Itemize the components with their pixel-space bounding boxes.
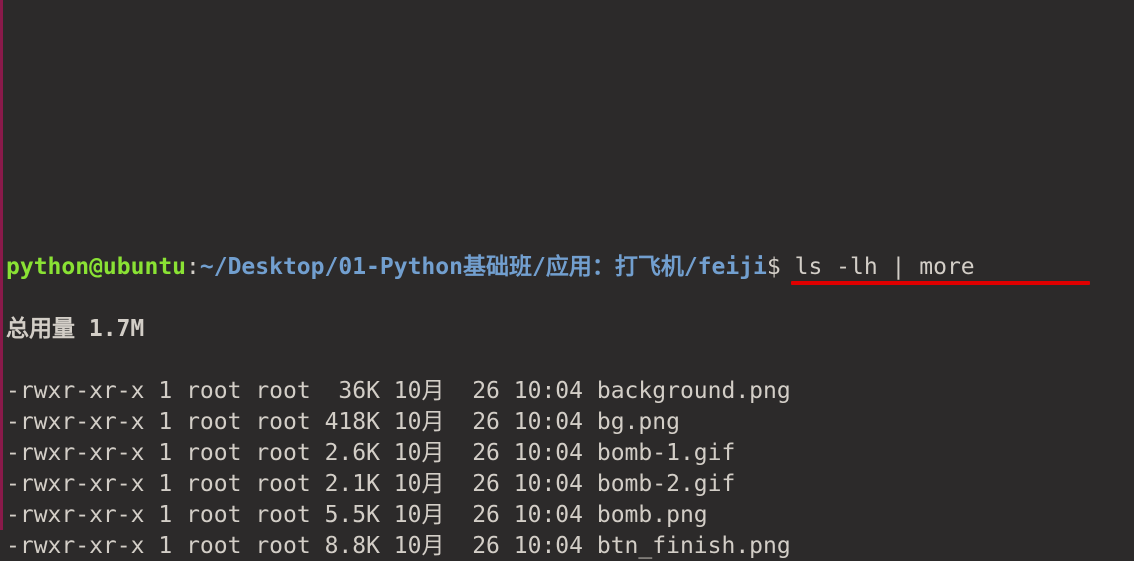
file-name: bomb-1.gif <box>597 440 735 466</box>
command-text: ls -lh | more <box>795 254 975 280</box>
file-links: 1 <box>158 502 172 528</box>
file-row: -rwxr-xr-x 1 root root 5.5K 10月 26 10:04… <box>6 500 1128 531</box>
file-size: 418K <box>325 407 380 438</box>
annotation-underline <box>791 281 1090 285</box>
file-owner: root <box>186 440 241 466</box>
prompt-dollar: $ <box>767 254 781 280</box>
file-month: 10月 <box>394 500 445 531</box>
file-size: 5.5K <box>325 500 380 531</box>
file-size: 2.6K <box>325 438 380 469</box>
file-name: bg.png <box>597 409 680 435</box>
file-name: bomb-2.gif <box>597 471 735 497</box>
file-group: root <box>255 440 310 466</box>
file-name: btn_finish.png <box>597 533 791 559</box>
file-name: bomb.png <box>597 502 708 528</box>
file-size: 2.1K <box>325 469 380 500</box>
file-row: -rwxr-xr-x 1 root root 418K 10月 26 10:04… <box>6 407 1128 438</box>
file-links: 1 <box>158 471 172 497</box>
file-owner: root <box>186 409 241 435</box>
file-links: 1 <box>158 378 172 404</box>
file-size: 8.8K <box>325 531 380 561</box>
file-links: 1 <box>158 440 172 466</box>
file-permissions: -rwxr-xr-x <box>6 502 144 528</box>
file-time: 10:04 <box>514 407 583 438</box>
file-day: 26 <box>458 438 500 469</box>
file-group: root <box>255 502 310 528</box>
file-size: 36K <box>325 376 380 407</box>
prompt-path: ~/Desktop/01-Python基础班/应用：打飞机/feiji <box>200 254 767 280</box>
file-links: 1 <box>158 409 172 435</box>
file-time: 10:04 <box>514 376 583 407</box>
file-owner: root <box>186 471 241 497</box>
file-name: background.png <box>597 378 791 404</box>
file-day: 26 <box>458 407 500 438</box>
prompt-user-host: python@ubuntu <box>6 254 186 280</box>
file-row: -rwxr-xr-x 1 root root 36K 10月 26 10:04 … <box>6 376 1128 407</box>
file-month: 10月 <box>394 438 445 469</box>
file-time: 10:04 <box>514 438 583 469</box>
file-month: 10月 <box>394 469 445 500</box>
file-group: root <box>255 471 310 497</box>
file-month: 10月 <box>394 407 445 438</box>
file-permissions: -rwxr-xr-x <box>6 440 144 466</box>
file-permissions: -rwxr-xr-x <box>6 533 144 559</box>
file-links: 1 <box>158 533 172 559</box>
file-day: 26 <box>458 531 500 561</box>
terminal-output[interactable]: python@ubuntu:~/Desktop/01-Python基础班/应用：… <box>0 217 1134 561</box>
file-month: 10月 <box>394 531 445 561</box>
file-day: 26 <box>458 469 500 500</box>
file-day: 26 <box>458 376 500 407</box>
file-owner: root <box>186 533 241 559</box>
file-group: root <box>255 533 310 559</box>
file-owner: root <box>186 378 241 404</box>
file-day: 26 <box>458 500 500 531</box>
window-left-border <box>0 0 3 530</box>
file-month: 10月 <box>394 376 445 407</box>
file-time: 10:04 <box>514 500 583 531</box>
file-permissions: -rwxr-xr-x <box>6 409 144 435</box>
file-group: root <box>255 378 310 404</box>
file-owner: root <box>186 502 241 528</box>
file-time: 10:04 <box>514 531 583 561</box>
file-row: -rwxr-xr-x 1 root root 2.6K 10月 26 10:04… <box>6 438 1128 469</box>
prompt-line: python@ubuntu:~/Desktop/01-Python基础班/应用：… <box>6 252 1128 283</box>
file-permissions: -rwxr-xr-x <box>6 471 144 497</box>
file-permissions: -rwxr-xr-x <box>6 378 144 404</box>
file-group: root <box>255 409 310 435</box>
prompt-colon: : <box>186 254 200 280</box>
total-line: 总用量 1.7M <box>6 314 1128 345</box>
file-row: -rwxr-xr-x 1 root root 2.1K 10月 26 10:04… <box>6 469 1128 500</box>
file-time: 10:04 <box>514 469 583 500</box>
file-row: -rwxr-xr-x 1 root root 8.8K 10月 26 10:04… <box>6 531 1128 561</box>
